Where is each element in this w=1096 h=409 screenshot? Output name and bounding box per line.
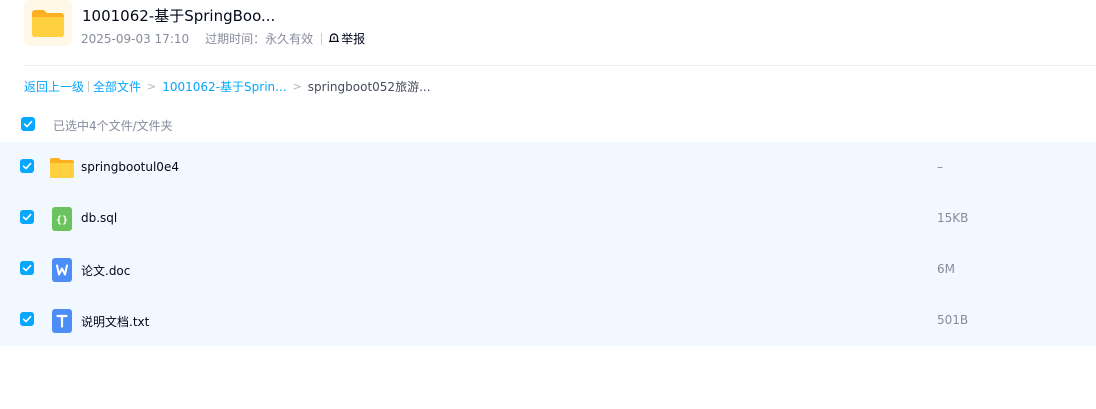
text-file-icon	[49, 308, 75, 334]
expire-value: 永久有效	[265, 32, 314, 46]
file-size: –	[937, 160, 943, 174]
file-name[interactable]: springbootul0e4	[81, 160, 179, 174]
row-checkbox[interactable]	[20, 261, 34, 275]
share-title: 1001062-基于SpringBoo...	[82, 7, 276, 25]
row-checkbox[interactable]	[20, 210, 34, 224]
file-size: 501B	[937, 313, 969, 327]
file-name[interactable]: 论文.doc	[81, 262, 130, 279]
code-file-icon: {}	[49, 206, 75, 232]
share-folder-icon	[24, 0, 72, 46]
file-row[interactable]: 说明文档.txt 501B	[0, 295, 1096, 346]
file-row[interactable]: 论文.doc 6M	[0, 244, 1096, 295]
header-divider	[24, 65, 1096, 66]
selection-count: 已选中4个文件/文件夹	[53, 119, 173, 133]
parent-folder-link[interactable]: 1001062-基于Sprin...	[162, 78, 286, 95]
word-file-icon	[49, 257, 75, 283]
row-checkbox[interactable]	[20, 312, 34, 326]
breadcrumb-arrow: >	[147, 80, 157, 93]
file-list: springbootul0e4 – {} db.sql 15KB 论文.doc …	[0, 142, 1096, 346]
row-checkbox[interactable]	[20, 159, 34, 173]
report-label: 举报	[341, 32, 366, 46]
all-files-link[interactable]: 全部文件	[93, 78, 141, 95]
breadcrumb-arrow: >	[292, 80, 302, 93]
report-button[interactable]: 举报	[328, 30, 365, 47]
file-row[interactable]: springbootul0e4 –	[0, 142, 1096, 193]
share-date: 2025-09-03 17:10	[81, 31, 190, 46]
share-meta: 2025-09-03 17:10 过期时间： 永久有效 举报	[81, 30, 365, 47]
file-size: 15KB	[937, 211, 969, 225]
meta-divider	[321, 32, 323, 45]
breadcrumb-divider	[88, 81, 90, 92]
file-name[interactable]: db.sql	[81, 211, 117, 225]
file-row[interactable]: {} db.sql 15KB	[0, 193, 1096, 244]
svg-text:{}: {}	[56, 215, 68, 226]
breadcrumb: 返回上一级 全部文件 > 1001062-基于Sprin... > spring…	[24, 78, 431, 95]
report-icon	[328, 31, 341, 46]
folder-icon	[49, 155, 75, 181]
current-folder: springboot052旅游...	[307, 80, 431, 94]
back-link[interactable]: 返回上一级	[24, 78, 84, 95]
select-all-checkbox[interactable]	[21, 117, 35, 131]
expire-label: 过期时间：	[205, 32, 266, 46]
share-header: 1001062-基于SpringBoo... 2025-09-03 17:10 …	[0, 0, 1096, 66]
file-size: 6M	[937, 262, 955, 276]
checkbox-checked-icon	[21, 117, 35, 131]
file-name[interactable]: 说明文档.txt	[81, 313, 149, 330]
